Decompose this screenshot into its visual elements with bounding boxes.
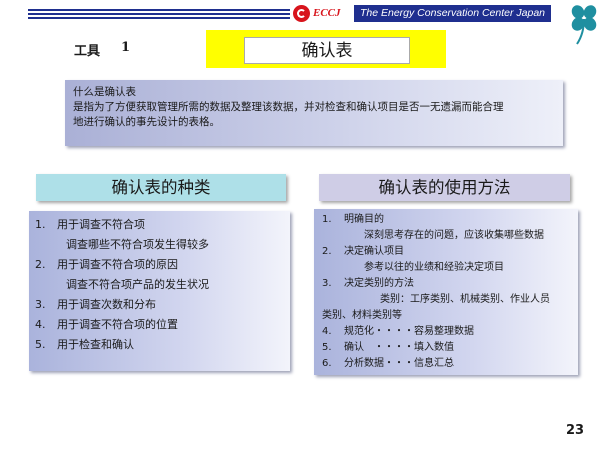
list-item: 2. 用于调查不符合项的原因 [35, 258, 178, 271]
list-item: 调查哪些不符合项发生得较多 [66, 238, 209, 251]
definition-heading: 什么是确认表 [73, 86, 136, 98]
org-name: The Energy Conservation Center Japan [354, 5, 551, 22]
list-item: 深刻思考存在的问题，应该收集哪些数据 [364, 230, 544, 241]
tool-label: 工具 [74, 44, 101, 59]
definition-box: 什么是确认表 是指为了方便获取管理所需的数据及整理该数据，并对检查和确认项目是否… [65, 80, 563, 146]
list-item: 调查不符合项产品的发生状况 [66, 278, 209, 291]
clover-icon [571, 5, 597, 45]
types-list: 1. 用于调查不符合项 调查哪些不符合项发生得较多 2. 用于调查不符合项的原因 调… [29, 211, 290, 371]
eccj-logo: ECCJ [293, 3, 351, 23]
types-heading: 确认表的种类 [36, 174, 286, 201]
tool-number: 1 [121, 40, 131, 55]
logo-text: ECCJ [313, 7, 341, 19]
list-item: 类别、材料类别等 [322, 310, 402, 321]
definition-line-1: 是指为了方便获取管理所需的数据及整理该数据，并对检查和确认项目是否一无遗漏而能合… [73, 101, 504, 113]
list-item: 5. 用于检查和确认 [35, 338, 134, 351]
list-item: 1. 明确目的 [322, 214, 384, 225]
page-title: 确认表 [244, 37, 410, 64]
logo-mark-icon [293, 4, 310, 22]
header-rule [28, 9, 290, 19]
list-item: 参考以往的业绩和经验决定项目 [364, 262, 504, 273]
list-item: 5. 确认 ・・・・填入数值 [322, 342, 454, 353]
list-item: 1. 用于调查不符合项 [35, 218, 145, 231]
list-item: 3. 决定类别的方法 [322, 278, 414, 289]
list-item: 4. 用于调查不符合项的位置 [35, 318, 178, 331]
list-item: 类别：工序类别、机械类别、作业人员 [380, 294, 550, 305]
page-number: 23 [566, 423, 585, 438]
list-item: 2. 决定确认项目 [322, 246, 404, 257]
usage-heading: 确认表的使用方法 [319, 174, 570, 201]
usage-list: 1. 明确目的 深刻思考存在的问题，应该收集哪些数据 2. 决定确认项目 参考以往的… [314, 209, 578, 375]
list-item: 3. 用于调查次数和分布 [35, 298, 156, 311]
definition-line-2: 地进行确认的事先设计的表格。 [73, 116, 220, 128]
list-item: 6. 分析数据・・・信息汇总 [322, 358, 454, 369]
list-item: 4. 规范化・・・・容易整理数据 [322, 326, 474, 337]
